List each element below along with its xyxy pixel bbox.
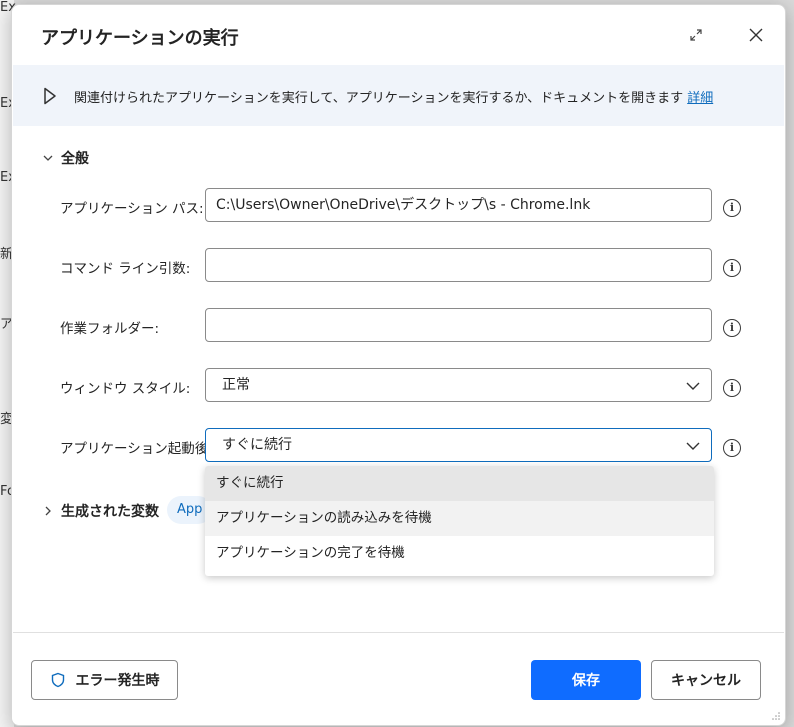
close-icon bbox=[749, 28, 763, 42]
app-path-info-icon[interactable]: i bbox=[723, 199, 741, 217]
after-launch-label: アプリケーション起動後: bbox=[60, 441, 213, 457]
expand-button[interactable] bbox=[684, 23, 708, 47]
variables-section-header[interactable]: 生成された変数 bbox=[41, 501, 159, 521]
cancel-button[interactable]: キャンセル bbox=[651, 660, 761, 700]
on-error-label: エラー発生時 bbox=[75, 673, 160, 689]
chevron-down-icon bbox=[686, 382, 700, 390]
cmd-args-input[interactable] bbox=[205, 248, 712, 282]
work-folder-label: 作業フォルダー: bbox=[60, 321, 160, 337]
variables-section-title: 生成された変数 bbox=[61, 504, 159, 520]
chevron-down-icon bbox=[41, 151, 55, 165]
dialog-title: アプリケーションの実行 bbox=[41, 28, 239, 49]
shield-icon bbox=[51, 672, 64, 688]
footer-divider bbox=[13, 632, 784, 633]
window-style-label: ウィンドウ スタイル: bbox=[60, 381, 191, 397]
save-button[interactable]: 保存 bbox=[531, 660, 641, 700]
after-launch-info-icon[interactable]: i bbox=[723, 439, 741, 457]
resize-grip-icon[interactable] bbox=[771, 711, 781, 721]
dropdown-option[interactable]: アプリケーションの完了を待機 bbox=[205, 536, 714, 571]
dropdown-option[interactable]: アプリケーションの読み込みを待機 bbox=[205, 501, 714, 536]
general-section-title: 全般 bbox=[61, 151, 89, 167]
dropdown-option[interactable]: すぐに続行 bbox=[205, 466, 714, 501]
window-style-info-icon[interactable]: i bbox=[723, 379, 741, 397]
after-launch-value: すぐに続行 bbox=[222, 437, 292, 453]
expand-icon bbox=[690, 29, 702, 41]
cmd-args-label: コマンド ライン引数: bbox=[60, 261, 191, 277]
run-application-dialog: アプリケーションの実行 関連付けられたアプリケーションを実行して、アプリケーショ… bbox=[11, 4, 786, 726]
on-error-button[interactable]: エラー発生時 bbox=[31, 660, 178, 700]
app-path-input[interactable]: C:\Users\Owner\OneDrive\デスクトップ\s - Chrom… bbox=[205, 188, 712, 222]
cmd-args-info-icon[interactable]: i bbox=[723, 259, 741, 277]
window-style-value: 正常 bbox=[222, 377, 250, 393]
general-section-header[interactable]: 全般 bbox=[41, 148, 89, 168]
details-link[interactable]: 詳細 bbox=[687, 91, 713, 106]
info-banner: 関連付けられたアプリケーションを実行して、アプリケーションを実行するか、ドキュメ… bbox=[13, 65, 784, 126]
work-folder-info-icon[interactable]: i bbox=[723, 319, 741, 337]
after-launch-dropdown-menu: すぐに続行 アプリケーションの読み込みを待機 アプリケーションの完了を待機 bbox=[205, 466, 714, 576]
play-icon bbox=[44, 87, 56, 105]
after-launch-select[interactable]: すぐに続行 bbox=[205, 428, 712, 462]
work-folder-input[interactable] bbox=[205, 308, 712, 342]
app-path-label: アプリケーション パス: bbox=[60, 201, 204, 217]
chevron-right-icon bbox=[41, 504, 55, 518]
close-button[interactable] bbox=[744, 23, 768, 47]
chevron-down-icon bbox=[686, 442, 700, 450]
window-style-select[interactable]: 正常 bbox=[205, 368, 712, 402]
banner-description: 関連付けられたアプリケーションを実行して、アプリケーションを実行するか、ドキュメ… bbox=[74, 91, 684, 106]
